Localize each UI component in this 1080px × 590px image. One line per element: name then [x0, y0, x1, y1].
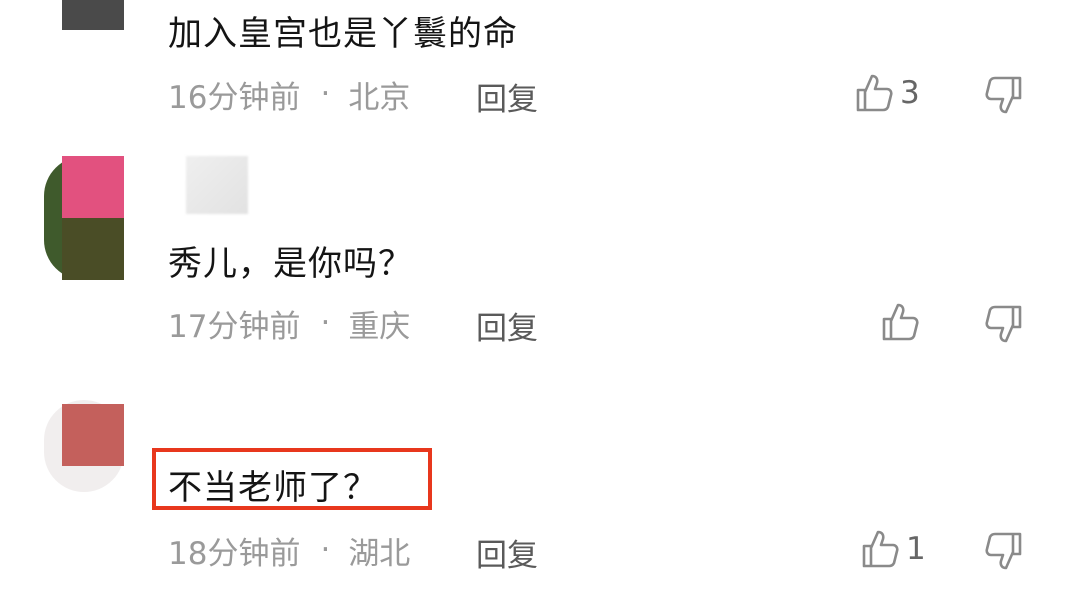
- comment-time: 16分钟前: [168, 79, 301, 116]
- thumbs-down-icon: [984, 74, 1026, 116]
- like-count: 3: [900, 75, 920, 111]
- thumbs-up-icon: [858, 528, 900, 570]
- dislike-button[interactable]: [984, 530, 1026, 572]
- thumbs-down-icon: [984, 303, 1026, 345]
- username-blurred: [186, 156, 248, 214]
- thumbs-down-icon: [984, 530, 1026, 572]
- comment-text: 不当老师了？: [168, 468, 378, 508]
- reply-button[interactable]: 回复: [476, 74, 538, 119]
- comment-meta: 18分钟前 · 湖北: [168, 530, 411, 572]
- reply-button[interactable]: 回复: [476, 303, 538, 348]
- avatar[interactable]: [62, 0, 124, 30]
- thumbs-up-icon: [852, 72, 894, 114]
- like-button[interactable]: 3: [852, 72, 920, 114]
- like-button[interactable]: 1: [858, 528, 926, 570]
- thumbs-up-icon: [878, 301, 920, 343]
- comment-location: 湖北: [348, 535, 411, 572]
- comment-location: 重庆: [348, 308, 411, 345]
- comment-time: 17分钟前: [168, 308, 301, 345]
- comment-meta: 16分钟前 · 北京: [168, 74, 411, 116]
- dislike-button[interactable]: [984, 303, 1026, 345]
- comment-meta: 17分钟前 · 重庆: [168, 303, 411, 345]
- like-button[interactable]: [878, 301, 926, 343]
- meta-separator: ·: [320, 305, 331, 341]
- comment-text: 加入皇宫也是丫鬟的命: [168, 14, 518, 54]
- avatar[interactable]: [44, 156, 124, 280]
- comment-text: 秀儿，是你吗？: [168, 244, 413, 284]
- comment-time: 18分钟前: [168, 535, 301, 572]
- like-count: 1: [906, 531, 926, 567]
- avatar[interactable]: [44, 400, 124, 492]
- meta-separator: ·: [320, 76, 331, 112]
- reply-button[interactable]: 回复: [476, 530, 538, 575]
- meta-separator: ·: [320, 532, 331, 568]
- comment-location: 北京: [348, 79, 411, 116]
- dislike-button[interactable]: [984, 74, 1026, 116]
